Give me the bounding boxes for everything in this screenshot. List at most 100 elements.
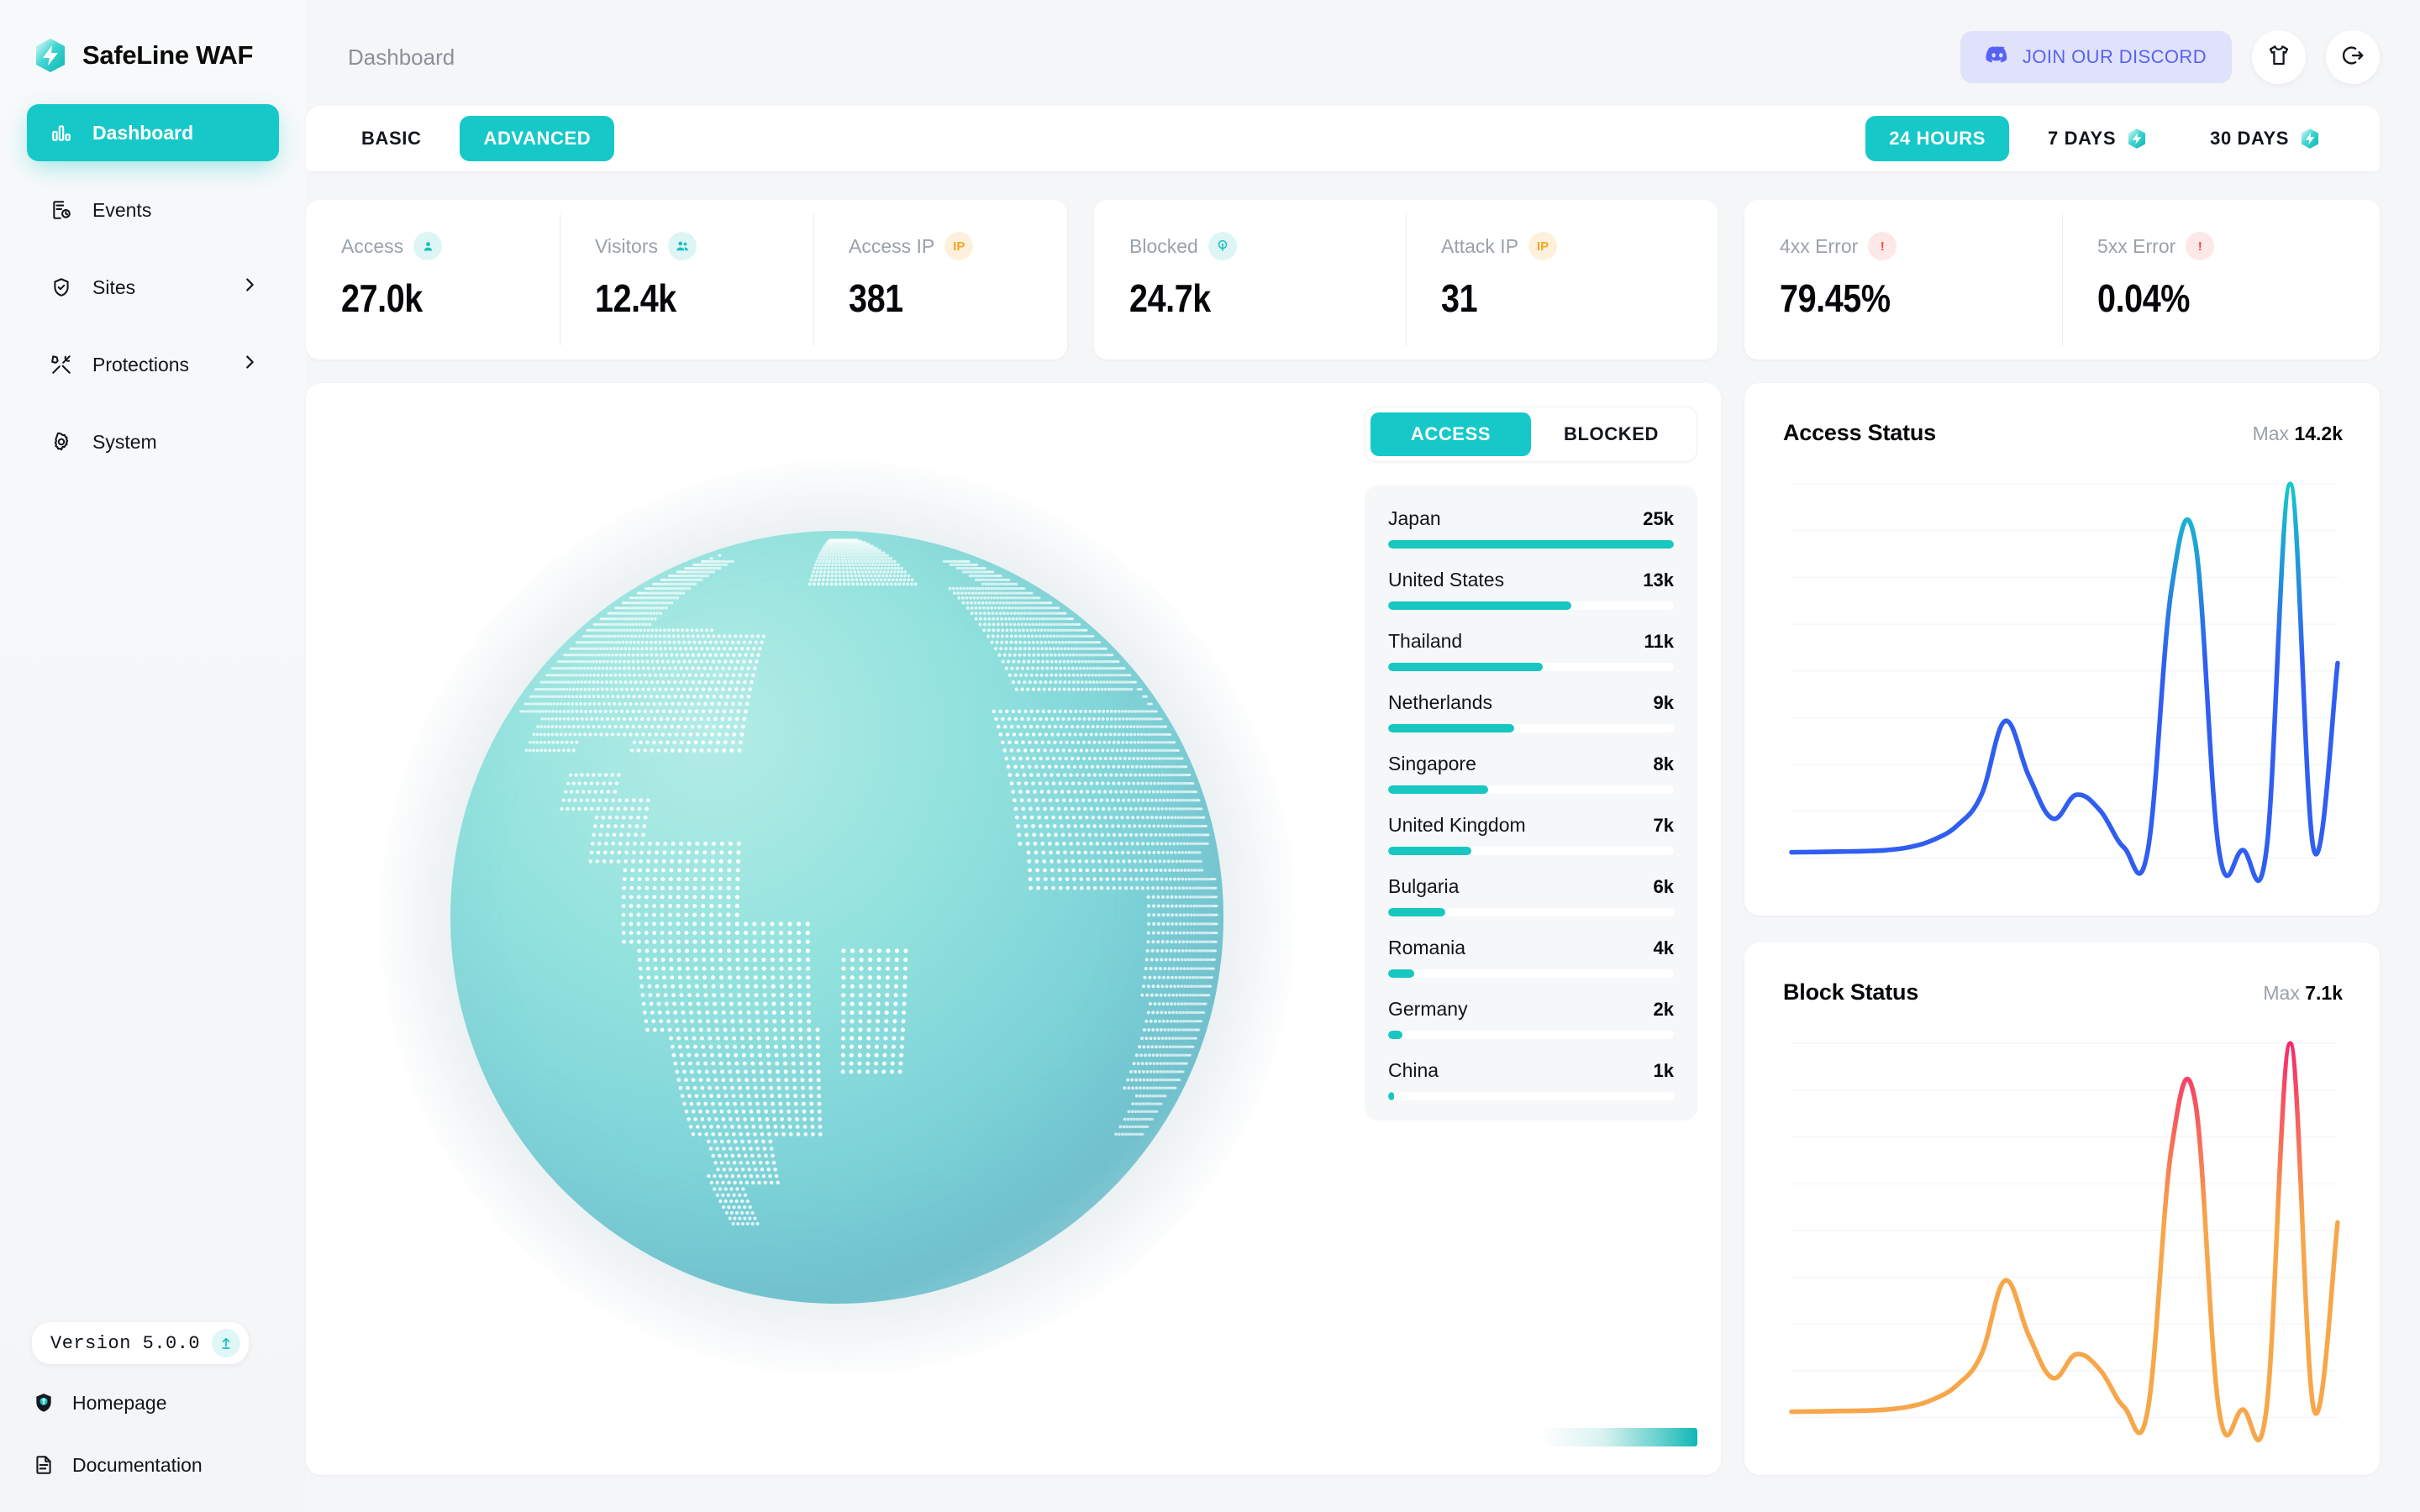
range-7-days-label: 7 DAYS — [2048, 128, 2116, 150]
tab-bar: BASIC ADVANCED 24 HOURS 7 DAYS 30 DAYS — [306, 106, 2380, 171]
country-row[interactable]: Netherlands9k — [1388, 691, 1674, 732]
event-log-icon — [49, 197, 74, 223]
stat-label: 5xx Error — [2097, 235, 2175, 258]
footer-link-homepage[interactable]: Homepage — [0, 1379, 306, 1426]
top-bar-actions: JOIN OUR DISCORD — [1960, 30, 2420, 84]
block-status-card: Block Status Max 7.1k — [1744, 942, 2380, 1475]
country-name: Romania — [1388, 937, 1465, 959]
footer-link-documentation[interactable]: Documentation — [0, 1441, 306, 1488]
tab-advanced-label: ADVANCED — [483, 128, 591, 150]
view-mode-tabs: BASIC ADVANCED — [338, 116, 614, 161]
tab-advanced[interactable]: ADVANCED — [460, 116, 614, 161]
sidebar-item-dashboard[interactable]: Dashboard — [27, 104, 279, 161]
sidebar-item-protections[interactable]: Protections — [27, 336, 279, 393]
range-24-hours-label: 24 HOURS — [1889, 128, 1986, 150]
toggle-blocked-label: BLOCKED — [1564, 423, 1659, 445]
discord-icon — [1986, 46, 2009, 69]
country-bar-track — [1388, 785, 1674, 794]
sidebar-item-sites[interactable]: Sites — [27, 259, 279, 316]
tshirt-icon — [2266, 43, 2291, 72]
globe-visualization[interactable] — [306, 383, 1365, 1475]
chart-max-label: Max — [2263, 982, 2299, 1004]
country-name: Singapore — [1388, 753, 1476, 775]
sidebar-item-system[interactable]: System — [27, 413, 279, 470]
shield-home-icon — [32, 1391, 55, 1415]
alert-icon: ! — [2186, 232, 2214, 260]
tools-icon — [49, 352, 74, 377]
sidebar: SafeLine WAF Dashboard Events — [0, 0, 306, 1512]
sidebar-item-label: Events — [92, 199, 151, 222]
sidebar-item-events[interactable]: Events — [27, 181, 279, 239]
merch-button[interactable] — [2252, 30, 2306, 84]
country-bar-track — [1388, 969, 1674, 978]
country-bar-track — [1388, 724, 1674, 732]
country-row[interactable]: Singapore8k — [1388, 753, 1674, 794]
country-row[interactable]: China1k — [1388, 1059, 1674, 1100]
country-value: 4k — [1654, 937, 1674, 959]
chart-max: Max 14.2k — [2253, 423, 2343, 445]
bar-chart-icon — [49, 120, 74, 145]
country-bar-track — [1388, 540, 1674, 549]
time-range-tabs: 24 HOURS 7 DAYS 30 DAYS — [1865, 116, 2344, 161]
access-status-plot[interactable] — [1744, 477, 2380, 894]
stat-label: Access IP — [849, 235, 934, 258]
stat-label: Attack IP — [1441, 235, 1518, 258]
alert-icon: ! — [1868, 232, 1897, 260]
ip-badge-icon: IP — [1528, 232, 1557, 260]
stat-visitors: Visitors 12.4k — [560, 200, 813, 360]
stat-label: 4xx Error — [1780, 235, 1858, 258]
page-title: Dashboard — [348, 45, 455, 71]
stat-label: Visitors — [595, 235, 658, 258]
chart-header: Access Status Max 14.2k — [1744, 383, 2380, 446]
people-icon — [668, 232, 697, 260]
country-list: Japan 25k United States13k Thailand11k Nethe… — [1365, 486, 1697, 1121]
version-pill[interactable]: Version 5.0.0 — [32, 1322, 249, 1364]
stat-value: 79.45% — [1780, 276, 2023, 321]
gear-icon — [49, 429, 74, 454]
range-30-days[interactable]: 30 DAYS — [2186, 116, 2344, 161]
join-discord-label: JOIN OUR DISCORD — [2023, 46, 2207, 68]
country-row[interactable]: United Kingdom7k — [1388, 814, 1674, 855]
country-name: Japan — [1388, 507, 1441, 530]
country-row[interactable]: Romania 4k — [1388, 937, 1674, 978]
version-label: Version 5.0.0 — [50, 1333, 200, 1354]
person-icon — [413, 232, 442, 260]
country-value: 25k — [1643, 508, 1674, 530]
country-row[interactable]: United States13k — [1388, 569, 1674, 610]
toggle-blocked[interactable]: BLOCKED — [1531, 412, 1691, 456]
country-bar-fill — [1388, 601, 1571, 610]
access-blocked-toggle: ACCESS BLOCKED — [1365, 407, 1697, 462]
block-status-plot[interactable] — [1744, 1037, 2380, 1453]
logout-button[interactable] — [2326, 30, 2380, 84]
chart-title: Block Status — [1783, 979, 1918, 1005]
country-row[interactable]: Germany2k — [1388, 998, 1674, 1039]
range-24-hours[interactable]: 24 HOURS — [1865, 116, 2009, 161]
globe-continent-dots — [450, 531, 1223, 1304]
country-row[interactable]: Thailand11k — [1388, 630, 1674, 671]
country-value: 7k — [1654, 815, 1674, 837]
pro-badge-icon — [2126, 128, 2148, 150]
country-value: 6k — [1654, 876, 1674, 898]
country-panel: ACCESS BLOCKED Japan 25k United States13k T… — [1365, 407, 1697, 1121]
logout-icon — [2340, 43, 2365, 72]
country-bar-track — [1388, 663, 1674, 671]
stat-value: 0.04% — [2097, 276, 2340, 321]
chart-header: Block Status Max 7.1k — [1744, 942, 2380, 1005]
sidebar-footer: Version 5.0.0 Homepage — [0, 1322, 306, 1512]
stat-value: 12.4k — [595, 276, 783, 321]
stat-card-errors: 4xx Error ! 79.45% 5xx Error ! 0.04% — [1744, 200, 2380, 360]
upgrade-arrow-icon[interactable] — [212, 1329, 240, 1357]
country-row[interactable]: Bulgaria6k — [1388, 875, 1674, 916]
tab-basic[interactable]: BASIC — [338, 116, 445, 161]
country-bar-track — [1388, 847, 1674, 855]
stat-value: 27.0k — [341, 276, 529, 321]
document-icon — [32, 1453, 55, 1477]
country-row[interactable]: Japan 25k — [1388, 507, 1674, 549]
chart-title: Access Status — [1783, 420, 1936, 446]
toggle-access[interactable]: ACCESS — [1370, 412, 1531, 456]
geo-distribution-card: ACCESS BLOCKED Japan 25k United States13k T… — [306, 383, 1721, 1475]
range-7-days[interactable]: 7 DAYS — [2024, 116, 2171, 161]
join-discord-button[interactable]: JOIN OUR DISCORD — [1960, 31, 2232, 83]
stat-card-blocked: Blocked 24.7k Attack IP IP 31 — [1094, 200, 1718, 360]
country-value: 2k — [1654, 999, 1674, 1021]
